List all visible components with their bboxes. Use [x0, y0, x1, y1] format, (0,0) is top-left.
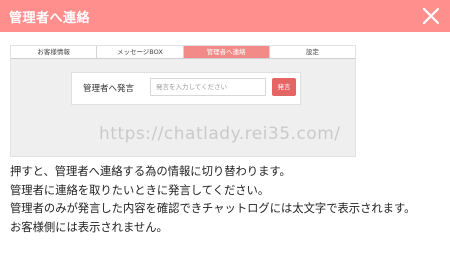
watermark-url: https://chatlady.rei35.com/	[99, 124, 341, 144]
close-icon	[422, 7, 440, 25]
description-line: お客様側には表示されません。	[10, 220, 168, 234]
admin-post-panel: 管理者へ発言 発言を入力してください 発言	[71, 72, 301, 105]
preview-tab-bar: お客様情報 メッセージBOX 管理者へ連絡 設定	[11, 46, 355, 59]
modal-title: 管理者へ連絡	[9, 11, 91, 26]
post-label: 管理者へ発言	[83, 84, 135, 94]
description-text: 押すと、管理者へ連絡する為の情報に切り替わります。 管理者に連絡を取りたいときに…	[10, 163, 446, 237]
description-line: 押すと、管理者へ連絡する為の情報に切り替わります。	[10, 165, 291, 178]
description-line: 管理者に連絡を取りたいときに発言してください。	[10, 183, 270, 197]
description-line: 管理者のみが発言した内容を確認できチャットログには太文字で表示されます。	[10, 202, 416, 215]
tab-message-box[interactable]: メッセージBOX	[97, 46, 184, 58]
tab-customer-info[interactable]: お客様情報	[11, 46, 98, 58]
screenshot-preview: お客様情報 メッセージBOX 管理者へ連絡 設定 管理者へ発言 発言を入力してく…	[10, 45, 356, 157]
close-button[interactable]	[420, 5, 442, 27]
tab-settings[interactable]: 設定	[269, 46, 355, 58]
modal-header: 管理者へ連絡	[0, 0, 450, 32]
post-button[interactable]: 発言	[272, 78, 296, 96]
tab-contact-admin[interactable]: 管理者へ連絡	[183, 46, 270, 58]
message-input[interactable]: 発言を入力してください	[150, 78, 266, 96]
